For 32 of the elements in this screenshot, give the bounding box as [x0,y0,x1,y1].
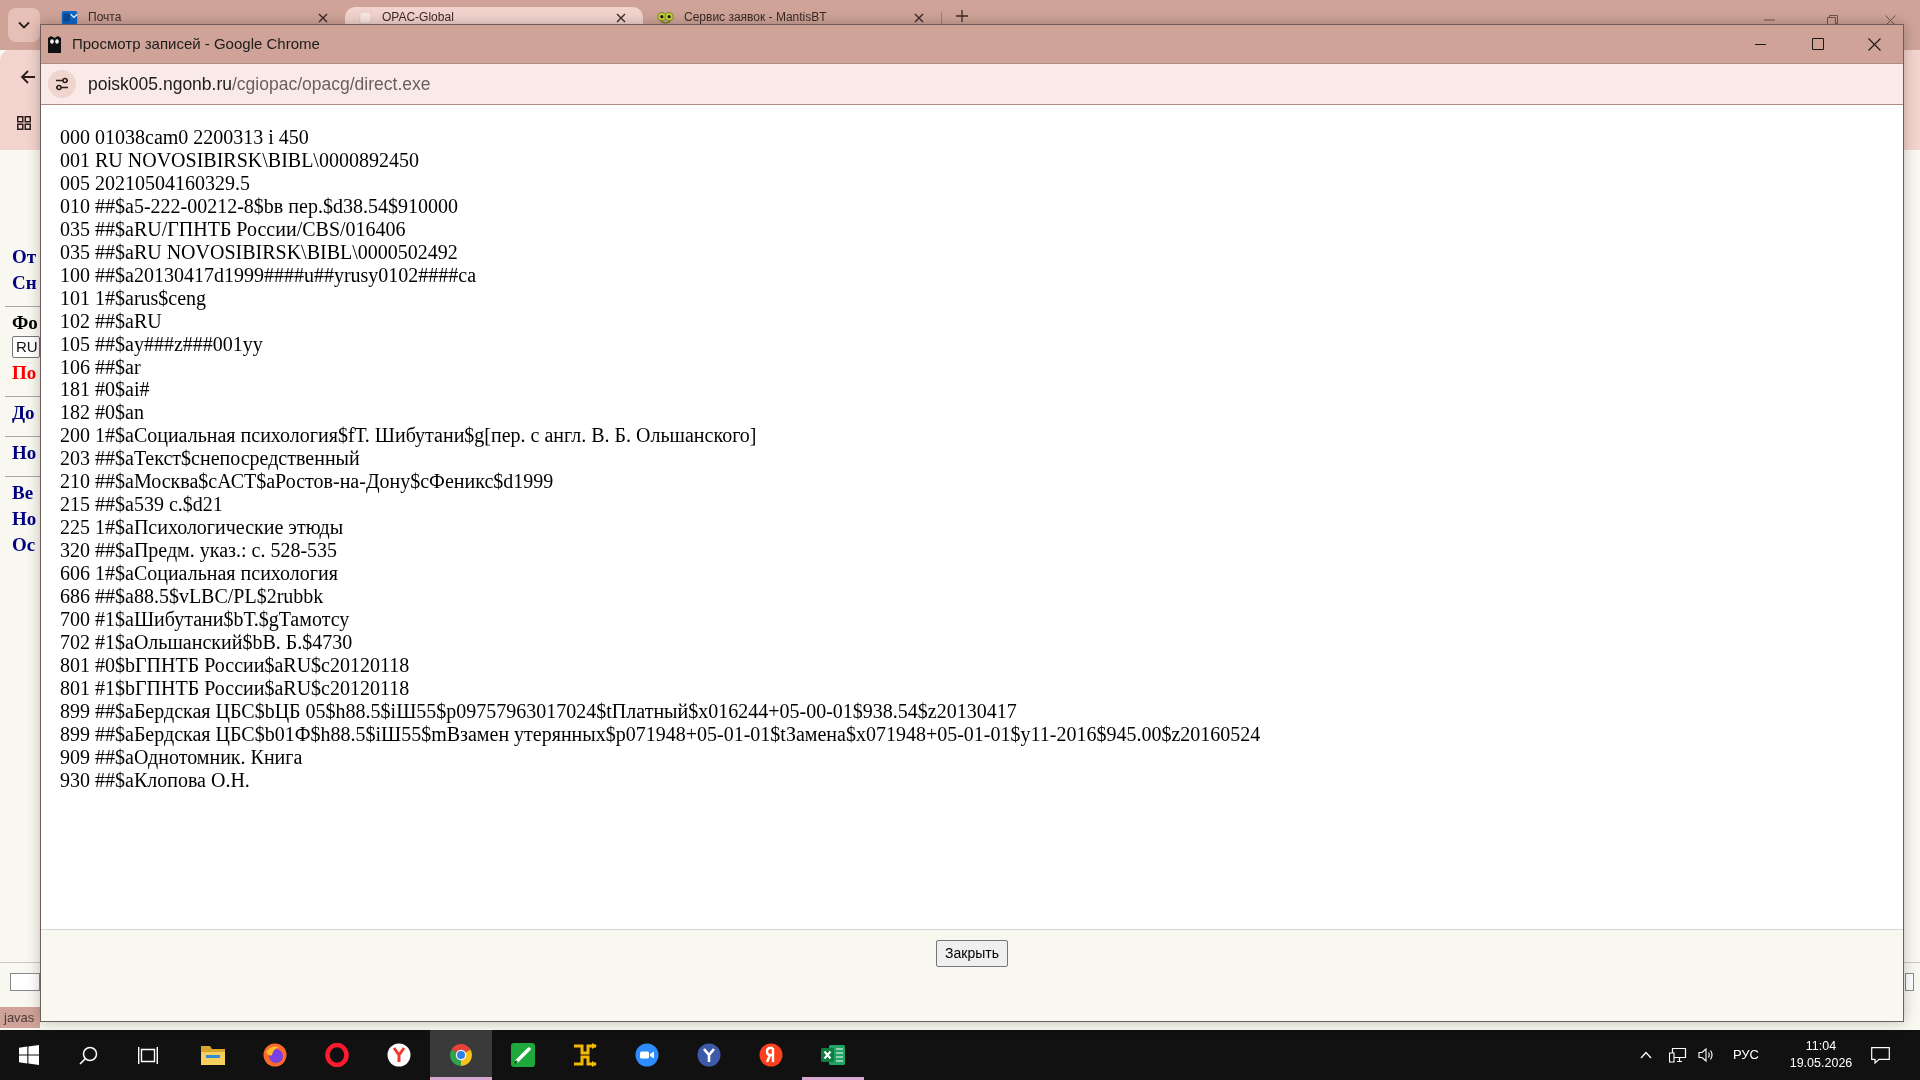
record-line: 105 ##$ay###z###001yy [60,332,263,356]
section-label: Фо [12,311,38,335]
record-line: 899 ##$aБердская ЦБС$b01Ф$h88.5$iШ55$mВзамен утерянных$p071948+05-01-01$tЗамена$x071948+05-01-01$y11-2016$945.00$z20160524 [60,722,1261,746]
record-line: 035 ##$aRU/ГПНТБ России/CBS/016406 [60,217,406,241]
record-line: 010 ##$a5-222-00212-8$bв пер.$d38.54$910000 [60,194,458,218]
record-line: 101 1#$arus$ceng [60,286,207,310]
record-line: 035 ##$aRU NOVOSIBIRSK\BIBL\0000502492 [60,240,458,264]
status-url: javas [0,1007,40,1028]
record-line: 182 #0$an [60,401,144,425]
record-line: 702 #1$aОльшанский$bВ. Б.$4730 [60,630,353,654]
record-line: 225 1#$aПсихологические этюды [60,516,344,540]
record-line: 100 ##$a20130417d1999####u##yrusy0102####ca [60,263,477,287]
record-line: 320 ##$aПредм. указ.: с. 528-535 [60,539,338,563]
record-line: 899 ##$aБердская ЦБС$bЦБ 05$h88.5$iШ55$p09757963017024$tПлатный$x016244+05-00-01$938.54$z20130417 [60,699,1017,723]
record-line: 930 ##$aКлопова О.Н. [60,768,250,792]
record-line: 215 ##$a539 с.$d21 [60,493,223,517]
record-line: 686 ##$a88.5$vLBC/PL$2rubbk [60,585,324,608]
record-line: 102 ##$aRU [60,309,162,333]
record-line: 801 #0$bГПНТБ России$aRU$c20120118 [60,653,410,677]
record-line: 210 ##$aМосква$cАСТ$aРостов-на-Дону$cФеникс$d1999 [60,470,554,494]
record-line: 203 ##$aТекст$cнепосредственный [60,447,360,471]
record-line: 200 1#$aСоциальная психология$fТ. Шибутани$g[пер. с англ. В. Б. Ольшанского] [60,424,757,448]
record-line: 909 ##$aОднотомник. Книга [60,745,303,769]
record-line: 801 #1$bГПНТБ России$aRU$c20120118 [60,676,410,700]
record-line: 606 1#$aСоциальная психология [60,562,338,586]
record-line: 005 20210504160329.5 [60,171,250,195]
record-line: 001 RU NOVOSIBIRSK\BIBL\0000892450 [60,148,419,172]
record-line: 000 01038cam0 2200313 i 450 [60,126,309,149]
window-title: Просмотр записей - Google Chrome [72,33,320,54]
record-line: 700 #1$aШибутани$bТ.$gТамотсу [60,608,350,631]
record-line: 181 #0$ai# [60,378,150,402]
record-line: 106 ##$ar [60,355,141,379]
